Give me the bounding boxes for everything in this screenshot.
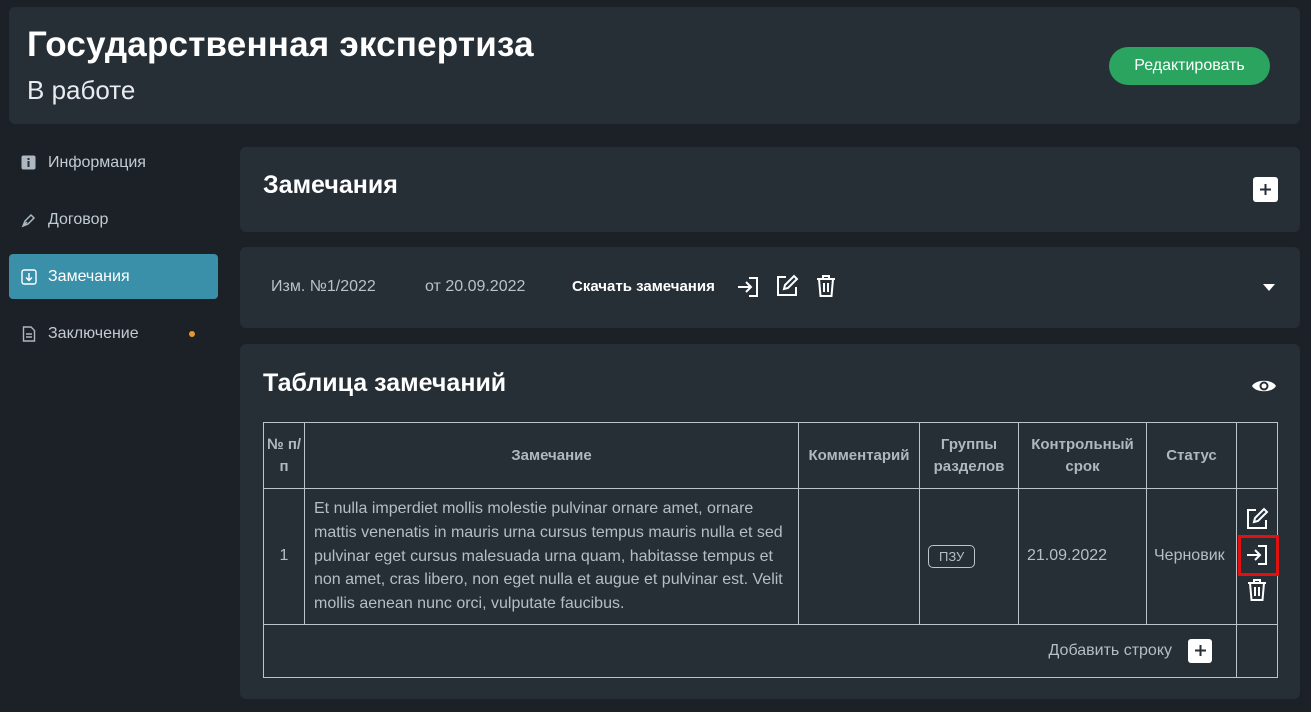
remarks-table: № п/п Замечание Комментарий Группы разде… [263, 422, 1279, 678]
change-date: от 20.09.2022 [425, 278, 526, 295]
info-icon [20, 154, 37, 171]
sidebar-item-remarks[interactable]: Замечания [9, 254, 218, 299]
page-status: В работе [27, 75, 136, 105]
row-status: Черновик [1146, 488, 1237, 625]
add-row: Добавить строку [263, 623, 1278, 678]
group-tag: ПЗУ [928, 544, 976, 568]
notification-dot [189, 331, 195, 337]
login-icon[interactable] [735, 274, 761, 300]
document-icon [20, 325, 37, 342]
remarks-table-card: Таблица замечаний № п/п Замечание Коммен… [240, 344, 1300, 699]
add-row-cell: Добавить строку [263, 623, 1237, 678]
add-row-empty-cell [1236, 623, 1278, 678]
change-card: Изм. №1/2022 от 20.09.2022 Скачать замеч… [240, 247, 1300, 328]
sidebar-item-contract[interactable]: Договор [9, 197, 218, 242]
col-num: № п/п [263, 422, 305, 489]
chevron-down-icon[interactable] [1256, 274, 1282, 300]
edit-icon[interactable] [774, 273, 800, 299]
col-comment: Комментарий [798, 422, 920, 489]
remarks-card: Замечания [240, 147, 1300, 232]
row-remark: Et nulla imperdiet mollis molestie pulvi… [304, 488, 799, 625]
table-row: 1 Et nulla imperdiet mollis molestie pul… [263, 488, 1279, 625]
sidebar-item-conclusion[interactable]: Заключение [9, 311, 218, 356]
table-header-row: № п/п Замечание Комментарий Группы разде… [263, 422, 1278, 489]
plus-icon [1194, 645, 1206, 657]
download-box-icon [20, 268, 37, 285]
sidebar-item-info[interactable]: Информация [9, 140, 218, 185]
plus-icon [1260, 184, 1271, 195]
col-remark: Замечание [304, 422, 799, 489]
page-title: Государственная экспертиза [27, 25, 534, 64]
col-actions [1236, 422, 1278, 489]
row-num: 1 [263, 488, 305, 625]
add-row-label[interactable]: Добавить строку [1049, 642, 1172, 659]
sidebar-item-label: Информация [48, 153, 146, 171]
eye-icon[interactable] [1251, 373, 1277, 399]
row-trash-icon[interactable] [1244, 577, 1270, 603]
row-deadline: 21.09.2022 [1018, 488, 1147, 625]
row-login-icon[interactable] [1244, 542, 1270, 568]
add-row-button[interactable] [1188, 638, 1212, 663]
change-number: Изм. №1/2022 [271, 278, 376, 295]
sidebar-item-label: Заключение [48, 324, 139, 342]
edit-button[interactable]: Редактировать [1109, 47, 1270, 85]
row-actions [1236, 488, 1279, 625]
sidebar-item-label: Договор [48, 210, 109, 228]
sidebar: Информация Договор Замечания Заключение [9, 140, 218, 368]
trash-icon[interactable] [813, 273, 839, 299]
row-groups: ПЗУ [919, 488, 1019, 625]
row-edit-icon[interactable] [1244, 506, 1270, 532]
download-remarks-link[interactable]: Скачать замечания [572, 278, 715, 295]
remarks-title: Замечания [263, 171, 398, 199]
col-status: Статус [1146, 422, 1237, 489]
add-remark-button[interactable] [1253, 177, 1278, 202]
col-deadline: Контрольный срок [1018, 422, 1147, 489]
pen-icon [20, 211, 37, 228]
page-header: Государственная экспертиза В работе Реда… [9, 7, 1300, 124]
col-groups: Группы разделов [919, 422, 1019, 489]
sidebar-item-label: Замечания [48, 267, 130, 285]
row-comment [798, 488, 920, 625]
table-title: Таблица замечаний [263, 369, 507, 397]
